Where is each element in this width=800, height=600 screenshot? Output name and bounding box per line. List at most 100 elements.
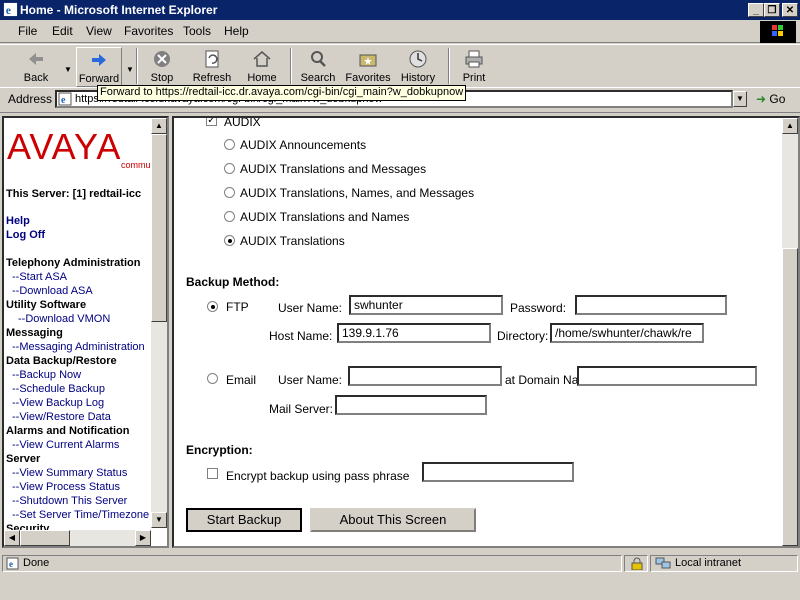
scroll-right-icon[interactable]: ▶ xyxy=(135,530,151,546)
nav-link[interactable]: --View/Restore Data xyxy=(12,411,111,423)
refresh-button[interactable]: Refresh xyxy=(190,47,234,87)
nav-link[interactable]: --Download VMON xyxy=(18,313,110,325)
menu-file[interactable]: File xyxy=(18,24,37,38)
back-dropdown-icon[interactable]: ▼ xyxy=(64,65,72,74)
server-name: This Server: [1] redtail-icc xyxy=(6,188,142,200)
mail-server-input[interactable] xyxy=(335,395,487,415)
ftp-label: FTP xyxy=(226,300,249,314)
audix-option-label: AUDIX Translations and Messages xyxy=(240,162,427,176)
nav-section-heading: Alarms and Notification xyxy=(6,425,130,437)
audix-option-label: AUDIX Translations xyxy=(240,234,345,248)
nav-link[interactable]: --Download ASA xyxy=(12,285,93,297)
nav-link[interactable]: --Schedule Backup xyxy=(12,383,105,395)
go-button[interactable]: ➜ Go xyxy=(756,90,785,108)
scroll-up-icon[interactable]: ▲ xyxy=(782,118,798,134)
email-user-label: User Name: xyxy=(278,373,343,387)
ftp-directory-label: Directory: xyxy=(497,329,549,343)
help-link[interactable]: Help xyxy=(6,215,30,227)
nav-link[interactable]: --Start ASA xyxy=(12,271,67,283)
menu-favorites[interactable]: Favorites xyxy=(124,24,173,38)
nav-horizontal-scrollbar[interactable]: ◀ ▶ xyxy=(4,530,151,546)
svg-text:e: e xyxy=(9,559,13,569)
content-frame: ✓ AUDIX AUDIX Announcements AUDIX Transla… xyxy=(172,116,800,548)
email-radio[interactable] xyxy=(207,373,218,384)
scroll-down-icon[interactable]: ▼ xyxy=(151,512,167,528)
nav-link[interactable]: --View Backup Log xyxy=(12,397,104,409)
page-icon: e xyxy=(58,92,72,106)
audix-option-radio[interactable] xyxy=(224,235,235,246)
address-label: Address xyxy=(8,92,53,106)
menu-edit[interactable]: Edit xyxy=(52,24,73,38)
forward-button[interactable]: Forward xyxy=(76,47,122,87)
encryption-heading: Encryption: xyxy=(186,443,253,457)
about-this-screen-button[interactable]: About This Screen xyxy=(310,508,476,532)
nav-link[interactable]: --View Current Alarms xyxy=(12,439,119,451)
address-dropdown-icon[interactable]: ▼ xyxy=(733,91,747,107)
favorites-button[interactable]: Favorites xyxy=(344,47,392,87)
status-bar: e Done Local intranet xyxy=(0,553,800,573)
back-button[interactable]: Back xyxy=(14,47,58,87)
nav-section-heading: Server xyxy=(6,453,41,465)
ftp-radio[interactable] xyxy=(207,301,218,312)
mail-server-label: Mail Server: xyxy=(269,402,334,416)
audix-option-radio[interactable] xyxy=(224,139,235,150)
hscroll-thumb[interactable] xyxy=(20,530,70,546)
audix-option-radio[interactable] xyxy=(224,187,235,198)
nav-link[interactable]: --View Summary Status xyxy=(12,467,127,479)
status-pane: e Done xyxy=(2,555,622,572)
minimize-button[interactable]: _ xyxy=(748,3,764,17)
avaya-logo: AVAYA communicat xyxy=(7,126,169,170)
nav-vertical-scrollbar[interactable]: ▲ ▼ xyxy=(151,118,167,528)
nav-link[interactable]: --Messaging Administration xyxy=(12,341,145,353)
history-icon xyxy=(409,50,427,68)
zone-pane: Local intranet xyxy=(650,555,798,572)
audix-label: AUDIX xyxy=(224,116,261,129)
printer-icon xyxy=(465,50,483,68)
maximize-button[interactable]: ❐ xyxy=(764,3,780,17)
backup-method-heading: Backup Method: xyxy=(186,275,280,289)
email-user-input[interactable] xyxy=(348,366,502,386)
stop-button[interactable]: Stop xyxy=(144,47,180,87)
ftp-directory-input[interactable]: /home/swhunter/chawk/re xyxy=(550,323,704,343)
forward-tooltip: Forward to https://redtail-icc.dr.avaya.… xyxy=(97,85,467,101)
search-icon xyxy=(311,51,326,67)
home-button[interactable]: Home xyxy=(244,47,280,87)
encrypt-checkbox[interactable] xyxy=(207,468,218,479)
nav-link[interactable]: --Shutdown This Server xyxy=(12,495,127,507)
audix-option-radio[interactable] xyxy=(224,211,235,222)
scroll-left-icon[interactable]: ◀ xyxy=(4,530,20,546)
search-button[interactable]: Search xyxy=(298,47,338,87)
log-off-link[interactable]: Log Off xyxy=(6,229,45,241)
scroll-thumb[interactable] xyxy=(782,248,798,546)
menu-tools[interactable]: Tools xyxy=(183,24,211,38)
window-title: Home - Microsoft Internet Explorer xyxy=(20,3,218,17)
windows-logo-icon xyxy=(760,21,796,43)
ftp-password-label: Password: xyxy=(510,301,567,315)
audix-option-radio[interactable] xyxy=(224,163,235,174)
go-arrow-icon: ➜ xyxy=(756,92,767,106)
pass-phrase-input[interactable] xyxy=(422,462,574,482)
nav-section-heading: Utility Software xyxy=(6,299,87,311)
nav-section-heading: Data Backup/Restore xyxy=(6,355,117,367)
content-vertical-scrollbar[interactable]: ▲ xyxy=(782,118,798,546)
ftp-user-input[interactable]: swhunter xyxy=(349,295,503,315)
menu-help[interactable]: Help xyxy=(224,24,249,38)
nav-link[interactable]: --Set Server Time/Timezone xyxy=(12,509,149,521)
domain-input[interactable] xyxy=(577,366,757,386)
print-button[interactable]: Print xyxy=(456,47,492,87)
scroll-up-icon[interactable]: ▲ xyxy=(151,118,167,134)
favorites-folder-icon xyxy=(359,54,377,67)
nav-link[interactable]: --Backup Now xyxy=(12,369,81,381)
toolbar-separator xyxy=(290,48,292,84)
close-button[interactable]: ✕ xyxy=(782,3,798,17)
nav-link[interactable]: --View Process Status xyxy=(12,481,120,493)
scroll-thumb[interactable] xyxy=(151,134,167,322)
audix-checkbox[interactable]: ✓ xyxy=(206,118,217,126)
start-backup-button[interactable]: Start Backup xyxy=(186,508,302,532)
ftp-password-input[interactable] xyxy=(575,295,727,315)
menu-bar: File Edit View Favorites Tools Help xyxy=(0,20,800,43)
history-button[interactable]: History xyxy=(398,47,438,87)
ftp-host-input[interactable]: 139.9.1.76 xyxy=(337,323,491,343)
menu-view[interactable]: View xyxy=(86,24,112,38)
forward-dropdown-icon[interactable]: ▼ xyxy=(126,65,134,74)
